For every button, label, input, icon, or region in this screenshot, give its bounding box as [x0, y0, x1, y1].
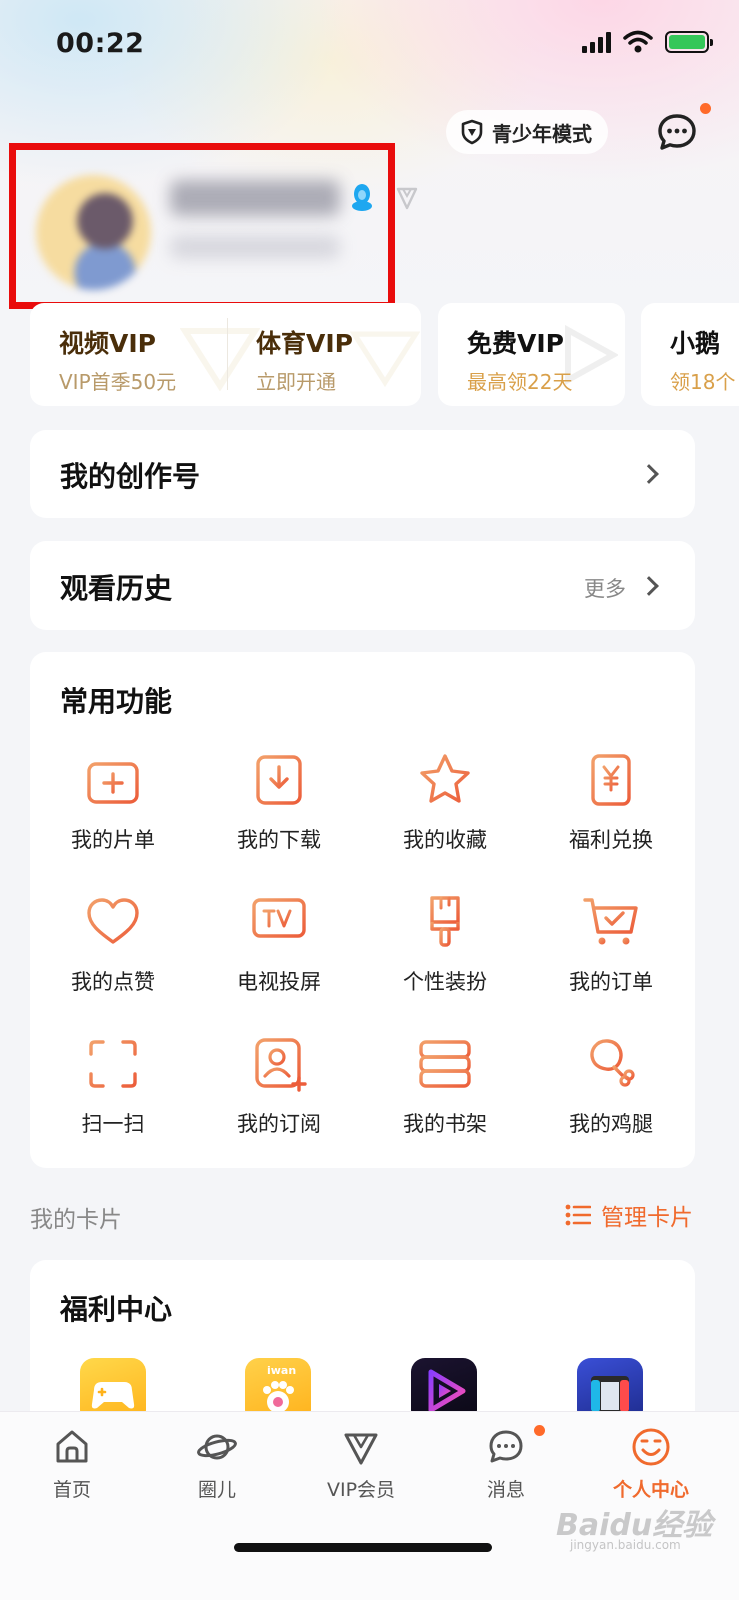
nav-label: 消息 — [486, 1479, 525, 1501]
status-icons — [582, 30, 713, 54]
vip-title: 体育VIP — [256, 329, 353, 358]
playlist-icon — [87, 754, 139, 804]
youth-mode-label: 青少年模式 — [492, 121, 592, 146]
subscribe-icon — [255, 1038, 307, 1092]
section-title: 福利中心 — [60, 1293, 173, 1326]
cart-icon — [583, 898, 638, 945]
nav-label: 圈儿 — [197, 1479, 236, 1501]
nav-label: 首页 — [52, 1479, 91, 1501]
nav-profile[interactable]: 个人中心 — [596, 1427, 706, 1502]
func-subscriptions[interactable]: 我的订阅 — [196, 1034, 362, 1138]
signal-icon — [582, 31, 611, 53]
manage-cards-label: 管理卡片 — [601, 1205, 693, 1231]
chevron-right-icon — [639, 576, 659, 596]
scan-icon — [89, 1040, 137, 1088]
func-favorites[interactable]: 我的收藏 — [362, 750, 528, 854]
nav-vip[interactable]: VIP会员 — [306, 1427, 416, 1502]
planet-icon — [197, 1434, 237, 1460]
vip-level-icon — [396, 187, 418, 210]
smile-icon — [632, 1428, 670, 1466]
message-icon[interactable] — [656, 112, 698, 154]
func-label: 我的点赞 — [71, 970, 155, 994]
vip-title: 免费VIP — [467, 329, 564, 358]
drumstick-icon — [590, 1039, 635, 1087]
section-title: 观看历史 — [60, 572, 173, 605]
my-cards-label: 我的卡片 — [30, 1207, 122, 1233]
heart-icon — [87, 898, 139, 944]
vip-card-free[interactable]: 免费VIP 最高领22天 — [438, 303, 625, 406]
vip-icon — [344, 1433, 378, 1465]
yen-coupon-icon — [591, 754, 631, 806]
func-playlist[interactable]: 我的片单 — [30, 750, 196, 854]
manage-cards-button[interactable]: 管理卡片 — [565, 1198, 693, 1232]
section-title: 常用功能 — [60, 685, 173, 718]
home-indicator[interactable] — [234, 1543, 492, 1552]
func-label: 我的书架 — [403, 1112, 487, 1136]
func-label: 我的片单 — [71, 828, 155, 852]
star-icon — [420, 754, 470, 803]
list-icon — [565, 1204, 591, 1226]
download-icon — [256, 755, 302, 805]
nav-messages[interactable]: 消息 — [451, 1427, 561, 1502]
func-welfare-exchange[interactable]: 福利兑换 — [528, 750, 694, 854]
chevron-right-icon — [639, 464, 659, 484]
func-drumsticks[interactable]: 我的鸡腿 — [528, 1034, 694, 1138]
profile-highlight-box — [9, 143, 395, 309]
vip-title: 视频VIP — [59, 329, 156, 358]
messages-badge — [534, 1425, 545, 1436]
vip-item-penguin: 小鹅 领18个 — [670, 324, 735, 395]
more-link[interactable]: 更多 — [584, 573, 626, 603]
battery-icon — [665, 31, 713, 53]
func-label: 我的下载 — [237, 828, 321, 852]
func-label: 福利兑换 — [569, 828, 653, 852]
brush-icon — [430, 896, 460, 947]
func-tv-cast[interactable]: 电视投屏 — [196, 892, 362, 996]
func-label: 我的订单 — [569, 970, 653, 994]
nav-circle[interactable]: 圈儿 — [162, 1427, 272, 1502]
func-label: 扫一扫 — [81, 1112, 145, 1136]
svg-text:iwan: iwan — [267, 1364, 296, 1377]
vip-subtitle: 最高领22天 — [467, 370, 573, 394]
divider — [227, 318, 228, 390]
vip-item-free: 免费VIP 最高领22天 — [467, 324, 572, 395]
watermark-url: jingyan.baidu.com — [570, 1538, 681, 1552]
status-time: 00:22 — [56, 28, 145, 59]
nav-label: VIP会员 — [326, 1479, 396, 1501]
func-decoration[interactable]: 个性装扮 — [362, 892, 528, 996]
tv-icon — [252, 898, 306, 945]
func-label: 个性装扮 — [403, 970, 487, 994]
nav-label: 个人中心 — [612, 1479, 689, 1501]
vip-subtitle: 立即开通 — [256, 370, 336, 394]
func-label: 我的鸡腿 — [569, 1112, 653, 1136]
creator-section[interactable]: 我的创作号 — [30, 430, 695, 518]
diamond-watermark-icon — [350, 331, 420, 388]
vip-item-video[interactable]: 视频VIP VIP首季50元 — [59, 324, 176, 395]
wifi-icon — [623, 30, 653, 53]
vip-title: 小鹅 — [670, 329, 721, 358]
vip-item-sports[interactable]: 体育VIP 立即开通 — [256, 324, 353, 395]
message-badge — [700, 103, 711, 114]
func-label: 我的订阅 — [237, 1112, 321, 1136]
section-title: 我的创作号 — [60, 460, 201, 493]
func-orders[interactable]: 我的订单 — [528, 892, 694, 996]
vip-subtitle: 领18个 — [670, 370, 736, 394]
message-icon — [489, 1430, 523, 1463]
youth-mode-button[interactable]: 青少年模式 — [446, 110, 608, 154]
vip-subtitle: VIP首季50元 — [59, 370, 177, 394]
func-scan[interactable]: 扫一扫 — [30, 1034, 196, 1138]
func-bookshelf[interactable]: 我的书架 — [362, 1034, 528, 1138]
bookshelf-icon — [419, 1040, 471, 1088]
func-label: 我的收藏 — [403, 828, 487, 852]
history-section[interactable]: 观看历史 更多 — [30, 541, 695, 630]
func-label: 电视投屏 — [237, 970, 321, 994]
vip-card-penguin[interactable]: 小鹅 领18个 — [641, 303, 739, 406]
diamond-watermark-icon — [180, 328, 260, 391]
nav-home[interactable]: 首页 — [17, 1427, 127, 1502]
shield-icon — [461, 119, 483, 145]
func-likes[interactable]: 我的点赞 — [30, 892, 196, 996]
home-icon — [56, 1430, 88, 1463]
func-download[interactable]: 我的下载 — [196, 750, 362, 854]
